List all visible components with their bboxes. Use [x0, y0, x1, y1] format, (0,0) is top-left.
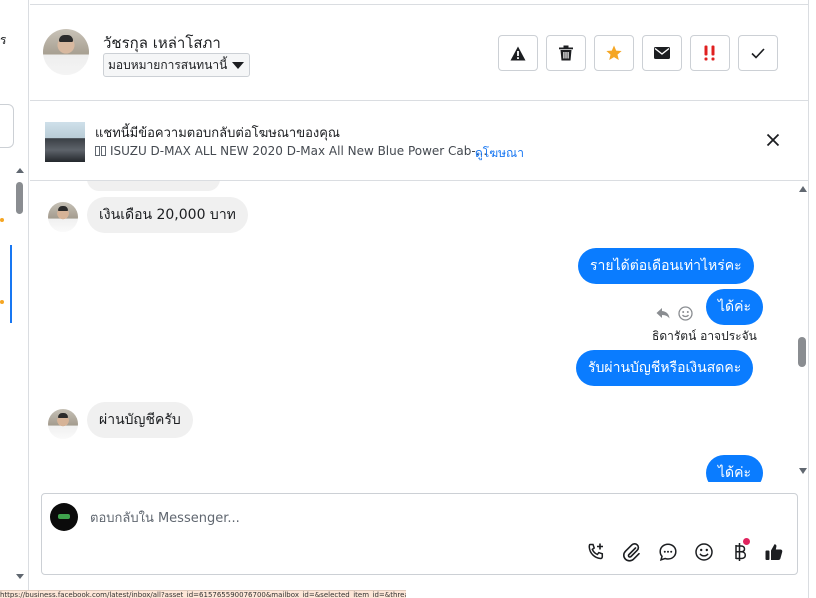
message-tools — [656, 306, 696, 322]
follow-up-button[interactable] — [690, 35, 730, 71]
envelope-icon — [654, 47, 670, 59]
ad-banner-subtitle: ISUZU D-MAX ALL NEW 2020 D-Max All New B… — [95, 144, 487, 158]
search-box-fragment[interactable] — [0, 104, 14, 148]
contact-name[interactable]: วัชรกุล เหล่าโสภา — [103, 31, 221, 55]
message-bubble-outgoing[interactable]: ได้ค่ะ — [706, 455, 764, 482]
sender-name: ธิดารัตน์ อาจประจัน — [652, 329, 757, 343]
warning-icon — [510, 46, 526, 60]
urgent-icon — [704, 45, 715, 61]
caret-down-icon — [232, 62, 245, 69]
conversation-list-panel: ร — [0, 0, 29, 598]
close-icon[interactable] — [763, 130, 783, 150]
baht-icon — [735, 543, 747, 561]
message-bubble-outgoing[interactable]: รับผ่านบัญชีหรือเงินสดคะ — [576, 350, 754, 386]
delete-button[interactable] — [546, 35, 586, 71]
contact-avatar-small — [48, 202, 78, 232]
ad-thumbnail[interactable] — [45, 122, 85, 162]
message-bubble-partial — [87, 181, 220, 191]
reply-icon[interactable] — [656, 307, 670, 319]
page-avatar — [50, 503, 78, 531]
emoji-icon — [695, 543, 713, 561]
ad-name: ISUZU D-MAX ALL NEW 2020 D-Max All New B… — [110, 144, 488, 158]
mark-spam-button[interactable] — [498, 35, 538, 71]
panel-border — [808, 0, 809, 598]
selected-conversation-indicator — [10, 245, 12, 323]
payment-button[interactable] — [729, 538, 751, 563]
ad-type-icon — [95, 146, 100, 156]
browser-status-url: https://business.facebook.com/latest/inb… — [0, 590, 406, 598]
call-add-button[interactable] — [585, 541, 607, 563]
check-icon — [751, 47, 765, 59]
star-button[interactable] — [594, 35, 634, 71]
chat-bubble-icon — [659, 543, 677, 561]
unread-dot-icon — [0, 218, 4, 222]
send-like-button[interactable] — [763, 541, 785, 563]
ad-banner-title: แชทนี้มีข้อความตอบกลับต่อโฆษณาของคุณ — [95, 126, 340, 141]
message-bubble-outgoing[interactable]: ได้ค่ะ — [706, 289, 764, 325]
scroll-down-arrow-icon[interactable] — [16, 574, 24, 579]
emoji-button[interactable] — [693, 541, 715, 563]
paperclip-icon — [622, 542, 640, 562]
ad-reply-banner: แชทนี้มีข้อความตอบกลับต่อโฆษณาของคุณ ISU… — [30, 101, 808, 181]
reply-input[interactable] — [90, 507, 770, 529]
star-icon — [606, 45, 622, 60]
view-ad-link[interactable]: ดูโฆษณา — [475, 144, 524, 163]
mark-done-button[interactable] — [738, 35, 778, 71]
attach-button[interactable] — [621, 541, 643, 563]
emoji-reaction-icon[interactable] — [678, 306, 693, 321]
truncated-label: ร — [0, 33, 7, 47]
message-bubble-incoming[interactable]: ผ่านบัญชีครับ — [87, 402, 193, 438]
mark-unread-button[interactable] — [642, 35, 682, 71]
thread-scrollbar-thumb[interactable] — [798, 337, 806, 367]
call-add-icon — [588, 543, 604, 560]
message-bubble-outgoing[interactable]: รายได้ต่อเดือนเท่าไหร่คะ — [578, 248, 754, 284]
thumbs-up-icon — [765, 544, 783, 560]
message-bubble-incoming[interactable]: เงินเดือน 20,000 บาท — [87, 197, 248, 233]
contact-avatar-small — [48, 409, 78, 439]
composer-toolbar — [585, 538, 785, 565]
notification-dot-icon — [743, 538, 750, 545]
scroll-up-arrow-icon[interactable] — [16, 168, 24, 173]
unread-dot-icon — [0, 300, 4, 304]
conversation-header: วัชรกุล เหล่าโสภา มอบหมายการสนทนานี้ — [30, 5, 808, 101]
conversation-panel: วัชรกุล เหล่าโสภา มอบหมายการสนทนานี้ แชท… — [30, 0, 808, 590]
assign-conversation-button[interactable]: มอบหมายการสนทนานี้ — [103, 53, 251, 77]
thread-scroll-up-icon[interactable] — [799, 186, 807, 192]
contact-avatar[interactable] — [43, 29, 89, 75]
thread-scroll-down-icon[interactable] — [799, 468, 807, 474]
trash-icon — [559, 45, 573, 61]
ad-type-icon — [101, 146, 106, 156]
list-scrollbar-thumb[interactable] — [16, 182, 23, 214]
assign-label: มอบหมายการสนทนานี้ — [108, 58, 228, 72]
reply-composer — [41, 493, 798, 575]
message-thread[interactable]: เงินเดือน 20,000 บาท รายได้ต่อเดือนเท่าไ… — [30, 181, 808, 482]
saved-replies-button[interactable] — [657, 541, 679, 563]
